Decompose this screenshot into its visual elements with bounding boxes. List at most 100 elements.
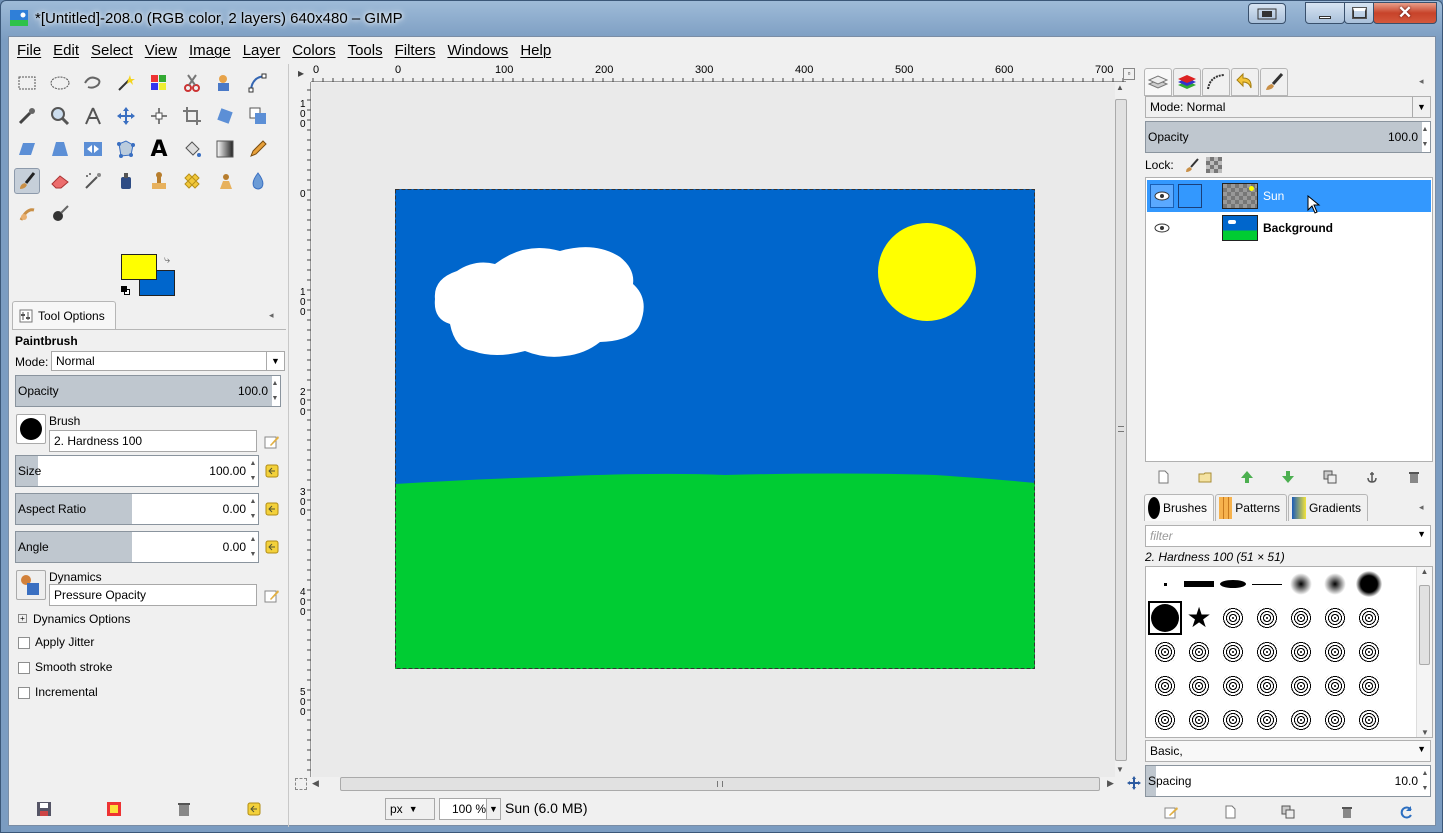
- angle-slider[interactable]: Angle 0.00 ▲ ▼: [15, 531, 259, 563]
- menu-edit[interactable]: Edit: [47, 37, 85, 64]
- blur-sharpen-icon[interactable]: [245, 168, 271, 194]
- spacing-slider[interactable]: Spacing 10.0 ▲ ▼: [1145, 765, 1431, 797]
- menu-windows[interactable]: Windows: [441, 37, 514, 64]
- new-brush-icon[interactable]: [1223, 805, 1237, 819]
- dock-menu-icon[interactable]: ◂: [1419, 502, 1424, 513]
- size-slider[interactable]: Size 100.00 ▲ ▼: [15, 455, 259, 487]
- brush-preset-select[interactable]: Basic, ▼: [1145, 740, 1431, 762]
- brush-preview[interactable]: [1182, 669, 1216, 703]
- navigate-icon[interactable]: [1127, 776, 1141, 790]
- brush-preview[interactable]: [1250, 601, 1284, 635]
- perspective-clone-icon[interactable]: [212, 168, 238, 194]
- spacing-spinner[interactable]: ▲ ▼: [1420, 766, 1430, 796]
- minimize-button[interactable]: [1305, 2, 1345, 24]
- move-icon[interactable]: [113, 103, 139, 129]
- zoom-fit-icon[interactable]: ▫: [1123, 68, 1135, 80]
- ellipse-select-icon[interactable]: [47, 70, 73, 96]
- quick-mask-icon[interactable]: [295, 778, 307, 790]
- brush-grid-scroll-thumb[interactable]: [1419, 585, 1430, 665]
- scissors-select-icon[interactable]: [179, 70, 205, 96]
- dynamics-button[interactable]: [16, 570, 46, 600]
- zoom-icon[interactable]: [47, 103, 73, 129]
- brush-field[interactable]: 2. Hardness 100: [49, 430, 257, 452]
- brush-preview[interactable]: ★: [1182, 601, 1216, 635]
- brush-preview[interactable]: [1148, 669, 1182, 703]
- paintbrush-icon[interactable]: [14, 168, 40, 194]
- lock-alpha-icon[interactable]: [1206, 157, 1222, 173]
- brush-preview[interactable]: [1250, 567, 1284, 601]
- restore-size-icon[interactable]: [1248, 3, 1286, 24]
- vertical-scrollbar[interactable]: ▲ ▼: [1115, 83, 1127, 777]
- color-picker-icon[interactable]: [14, 103, 40, 129]
- gradients-tab[interactable]: Gradients: [1288, 494, 1368, 521]
- layer-row[interactable]: Background: [1147, 212, 1431, 244]
- brush-preview[interactable]: [1318, 601, 1352, 635]
- brush-preview[interactable]: [1318, 567, 1352, 601]
- lower-layer-icon[interactable]: [1281, 470, 1295, 484]
- brushes-tab[interactable]: Brushes: [1144, 494, 1214, 521]
- layer-opacity-spinner[interactable]: ▲ ▼: [1420, 122, 1430, 152]
- brush-preview[interactable]: [1318, 703, 1352, 737]
- brush-preview-selected[interactable]: [1148, 601, 1182, 635]
- cage-transform-icon[interactable]: [113, 136, 139, 162]
- channels-tab-icon[interactable]: [1173, 68, 1201, 96]
- edit-brush-icon[interactable]: [1164, 805, 1179, 819]
- duplicate-layer-icon[interactable]: [1323, 470, 1337, 484]
- bucket-fill-icon[interactable]: [179, 136, 205, 162]
- layer-name[interactable]: Background: [1263, 221, 1333, 235]
- rect-select-icon[interactable]: [14, 70, 40, 96]
- eraser-icon[interactable]: [47, 168, 73, 194]
- ink-icon[interactable]: [113, 168, 139, 194]
- dock-menu-icon[interactable]: ◂: [269, 310, 279, 320]
- canvas-viewport[interactable]: [312, 83, 1115, 777]
- menu-view[interactable]: View: [139, 37, 183, 64]
- eye-icon[interactable]: [1150, 216, 1174, 240]
- expand-icon[interactable]: +: [18, 614, 27, 623]
- brush-preview[interactable]: [1284, 635, 1318, 669]
- text-tool-icon[interactable]: A: [146, 136, 172, 162]
- swap-colors-icon[interactable]: ⤷: [164, 254, 176, 266]
- brush-preview[interactable]: [1216, 703, 1250, 737]
- brush-preview[interactable]: [1182, 703, 1216, 737]
- patterns-tab[interactable]: Patterns: [1215, 494, 1287, 521]
- title-bar[interactable]: *[Untitled]-208.0 (RGB color, 2 layers) …: [1, 1, 1442, 35]
- scroll-left-icon[interactable]: ◀: [312, 778, 319, 789]
- aspect-ratio-spinner[interactable]: ▲ ▼: [248, 494, 258, 524]
- perspective-icon[interactable]: [47, 136, 73, 162]
- menu-help[interactable]: Help: [514, 37, 557, 64]
- apply-jitter-checkbox[interactable]: [18, 637, 30, 649]
- dodge-burn-icon[interactable]: [47, 201, 73, 227]
- save-options-icon[interactable]: [36, 801, 52, 817]
- clone-icon[interactable]: [146, 168, 172, 194]
- default-colors-icon[interactable]: [121, 286, 130, 295]
- brush-preview-button[interactable]: [16, 414, 46, 444]
- reset-angle-icon[interactable]: [264, 539, 280, 555]
- layer-mode-select[interactable]: Mode: Normal ▼: [1145, 96, 1431, 118]
- scroll-right-icon[interactable]: ▶: [1107, 778, 1114, 789]
- brush-preview[interactable]: [1148, 635, 1182, 669]
- menu-colors[interactable]: Colors: [286, 37, 341, 64]
- flip-icon[interactable]: [80, 136, 106, 162]
- foreground-select-icon[interactable]: [212, 70, 238, 96]
- quick-mask-corner-icon[interactable]: ▸: [293, 66, 309, 80]
- layer-row[interactable]: Sun: [1147, 180, 1431, 214]
- size-spinner[interactable]: ▲ ▼: [248, 456, 258, 486]
- layers-tab-icon[interactable]: [1144, 68, 1172, 96]
- unit-select[interactable]: px ▼: [385, 798, 435, 820]
- paths-icon[interactable]: [245, 70, 271, 96]
- reset-options-icon[interactable]: [246, 801, 262, 817]
- align-icon[interactable]: [146, 103, 172, 129]
- horizontal-scroll-thumb[interactable]: [340, 777, 1100, 791]
- delete-options-icon[interactable]: [176, 801, 192, 817]
- new-group-icon[interactable]: [1198, 470, 1212, 484]
- brush-preview[interactable]: [1284, 703, 1318, 737]
- measure-icon[interactable]: [80, 103, 106, 129]
- brush-preview[interactable]: [1148, 567, 1182, 601]
- brush-preview[interactable]: [1250, 669, 1284, 703]
- fuzzy-select-icon[interactable]: [113, 70, 139, 96]
- brush-preview[interactable]: [1352, 635, 1386, 669]
- delete-layer-icon[interactable]: [1407, 470, 1421, 484]
- menu-select[interactable]: Select: [85, 37, 139, 64]
- refresh-brushes-icon[interactable]: [1399, 805, 1413, 819]
- reset-size-icon[interactable]: [264, 463, 280, 479]
